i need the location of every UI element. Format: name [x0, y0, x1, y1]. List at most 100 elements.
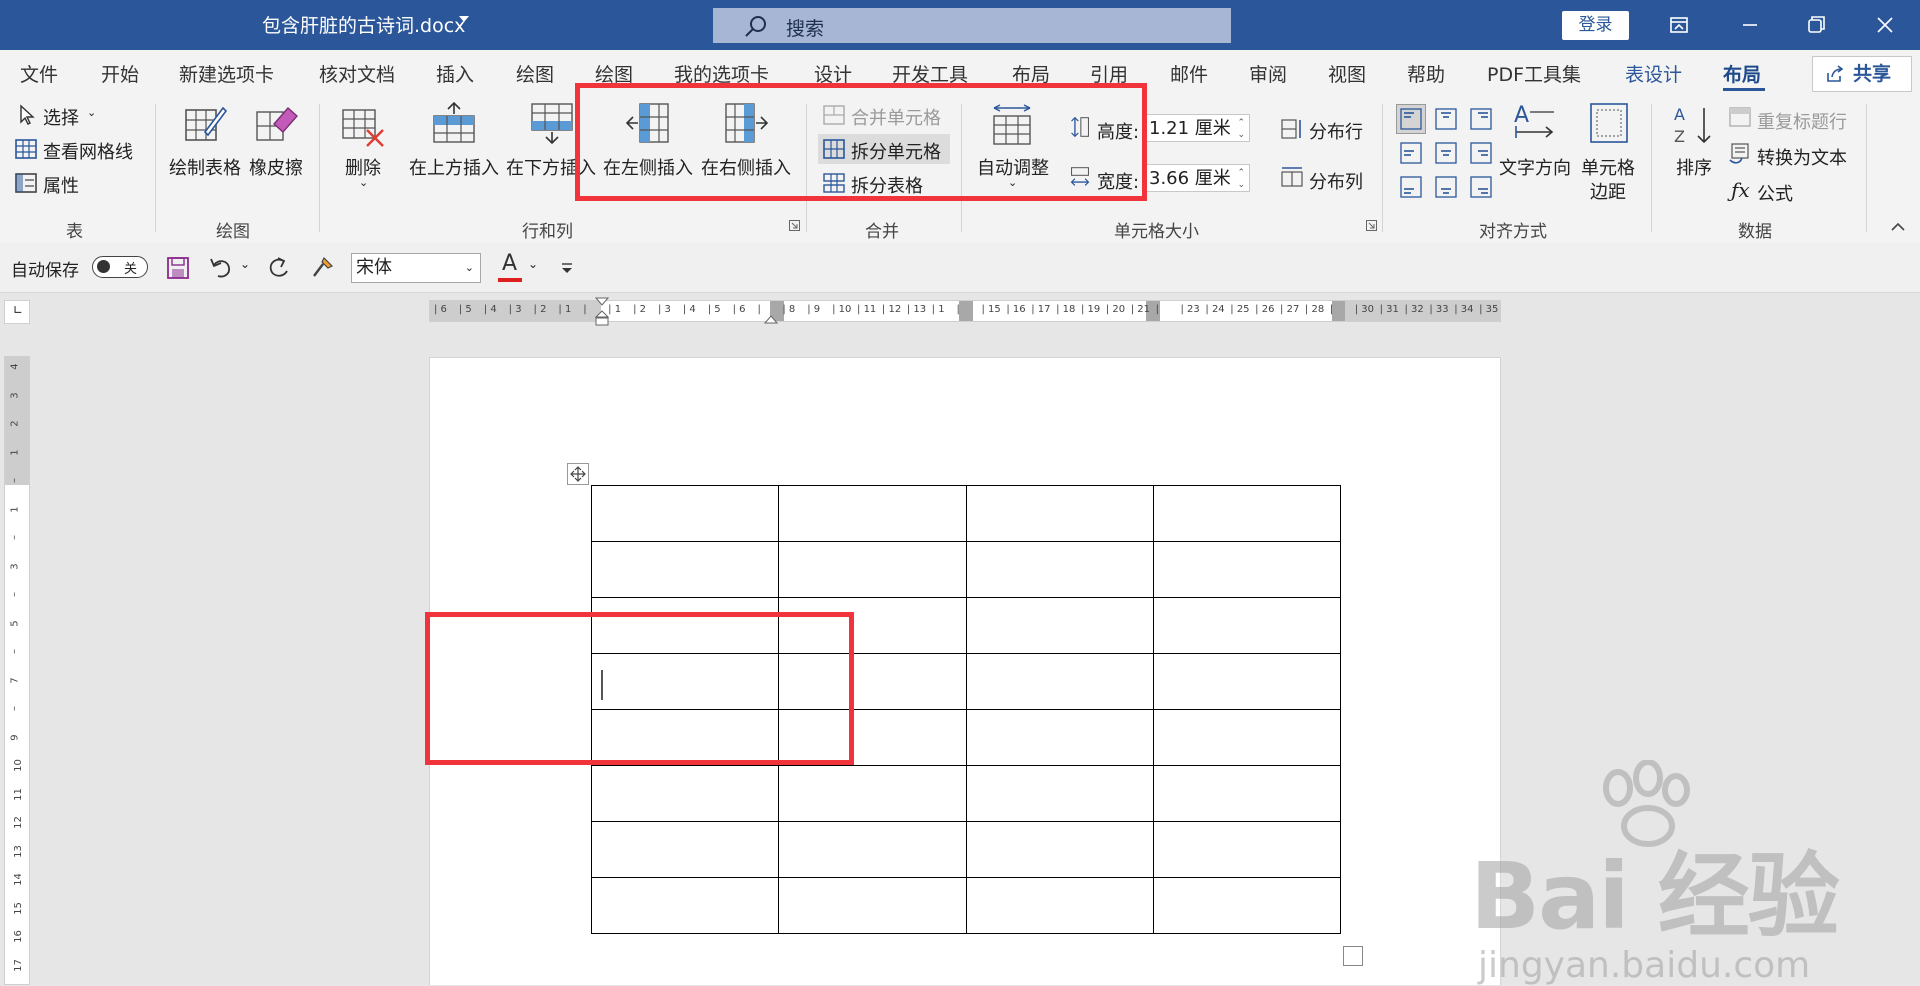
height-spinner[interactable]: 1.21 厘米 ⌃ ⌄	[1144, 114, 1250, 142]
close-icon[interactable]	[1870, 10, 1900, 40]
align-middle-left-icon[interactable]	[1399, 141, 1423, 165]
align-top-left-icon[interactable]	[1399, 107, 1423, 131]
table-cell[interactable]	[778, 821, 967, 878]
tab-draw-1[interactable]: 绘图	[516, 60, 554, 87]
format-painter-icon[interactable]	[310, 254, 336, 280]
tab-file[interactable]: 文件	[20, 60, 58, 87]
chevron-down-icon[interactable]: ⌄	[465, 254, 474, 282]
undo-icon[interactable]	[208, 255, 234, 281]
table-cell[interactable]	[1152, 541, 1342, 598]
tab-insert[interactable]: 插入	[436, 60, 474, 87]
minimize-icon[interactable]	[1735, 10, 1765, 40]
align-bottom-center-icon[interactable]	[1434, 175, 1458, 199]
repeat-header-rows-button[interactable]: 重复标题行	[1757, 108, 1847, 134]
dialog-launcher-icon[interactable]	[1366, 220, 1377, 231]
table-cell[interactable]	[778, 485, 967, 542]
hanging-indent-icon[interactable]	[764, 311, 778, 325]
spin-down-icon[interactable]: ⌄	[1237, 121, 1245, 149]
align-top-center-icon[interactable]	[1434, 107, 1458, 131]
align-bottom-left-icon[interactable]	[1399, 175, 1423, 199]
horizontal-ruler[interactable]: | 6 | 5 | 4 | 3 | 2 | 1 | | 1 | 2 | 3 | 4 | 5 | 6 | | …	[429, 297, 1501, 326]
table-move-handle[interactable]	[567, 463, 589, 485]
indent-marker-icon[interactable]	[595, 297, 609, 327]
table-cell[interactable]	[590, 877, 780, 934]
tab-table-design[interactable]: 表设计	[1625, 60, 1682, 87]
table-cell[interactable]	[965, 821, 1154, 878]
restore-icon[interactable]	[1801, 10, 1831, 40]
collapse-ribbon-icon[interactable]	[1890, 222, 1906, 232]
table-cell[interactable]	[1152, 653, 1342, 710]
tab-pdf-tools[interactable]: PDF工具集	[1487, 60, 1581, 87]
chevron-down-icon[interactable]: ⌄	[528, 257, 538, 271]
table-cell[interactable]	[965, 765, 1154, 822]
insert-above-button[interactable]: 在上方插入	[409, 154, 499, 180]
tab-new-tab[interactable]: 新建选项卡	[179, 60, 274, 87]
save-icon[interactable]	[166, 256, 190, 280]
distribute-columns-button[interactable]: 分布列	[1309, 168, 1363, 194]
table-cell[interactable]	[1152, 709, 1342, 766]
table-cell[interactable]	[1152, 597, 1342, 654]
table-cell[interactable]	[1152, 877, 1342, 934]
table-cell[interactable]	[1152, 485, 1342, 542]
table-cell[interactable]	[590, 765, 780, 822]
view-gridlines-button[interactable]: 查看网格线	[43, 138, 133, 164]
tab-view[interactable]: 视图	[1328, 60, 1366, 87]
vertical-ruler[interactable]: 4 3 2 1 – 1 – 3 – 5 – 7 – 9 10 11 12 13 14 15 16 17	[4, 356, 30, 985]
table-cell[interactable]	[590, 541, 780, 598]
tab-review-doc[interactable]: 核对文档	[319, 60, 395, 87]
select-button[interactable]: 选择	[43, 104, 79, 130]
table-cell[interactable]	[590, 821, 780, 878]
tab-table-layout[interactable]: 布局	[1723, 60, 1761, 87]
table-resize-handle[interactable]	[1343, 946, 1363, 966]
formula-button[interactable]: 公式	[1757, 180, 1793, 206]
draw-table-button[interactable]: 绘制表格	[169, 154, 241, 180]
dialog-launcher-icon[interactable]	[789, 220, 800, 231]
table-cell[interactable]	[1152, 765, 1342, 822]
ribbon-display-options-icon[interactable]	[1664, 10, 1694, 40]
tab-review[interactable]: 审阅	[1249, 60, 1287, 87]
eraser-button[interactable]: 橡皮擦	[249, 154, 303, 180]
cell-margins-label-2[interactable]: 边距	[1590, 178, 1626, 204]
redo-icon[interactable]	[266, 255, 292, 281]
align-bottom-right-icon[interactable]	[1469, 175, 1493, 199]
ruler-tick-label: | 12	[881, 304, 902, 315]
spin-down-icon[interactable]: ⌄	[1237, 171, 1245, 199]
distribute-rows-button[interactable]: 分布行	[1309, 118, 1363, 144]
font-name-select[interactable]: 宋体 ⌄	[351, 253, 481, 283]
autosave-toggle[interactable]: 关	[92, 256, 148, 278]
table-cell[interactable]	[590, 485, 780, 542]
login-button[interactable]: 登录	[1562, 11, 1629, 40]
table-cell[interactable]	[965, 653, 1154, 710]
table-cell[interactable]	[778, 541, 967, 598]
align-middle-center-icon[interactable]	[1434, 141, 1458, 165]
sort-button[interactable]: 排序	[1676, 154, 1712, 180]
tab-mailings[interactable]: 邮件	[1170, 60, 1208, 87]
chevron-down-icon[interactable]: ⌄	[87, 106, 96, 119]
table-cell[interactable]	[778, 877, 967, 934]
tab-home[interactable]: 开始	[101, 60, 139, 87]
tab-help[interactable]: 帮助	[1407, 60, 1445, 87]
table-cell[interactable]	[1152, 821, 1342, 878]
align-middle-right-icon[interactable]	[1469, 141, 1493, 165]
properties-button[interactable]: 属性	[43, 172, 79, 198]
convert-to-text-button[interactable]: 转换为文本	[1757, 144, 1847, 170]
table-cell[interactable]	[965, 485, 1154, 542]
text-direction-button[interactable]: 文字方向	[1499, 154, 1571, 180]
document-title[interactable]: 包含肝脏的古诗词.docx	[262, 11, 465, 38]
font-color-button[interactable]: A	[498, 251, 524, 283]
search-box[interactable]: 搜索	[713, 8, 1231, 43]
tab-stop-selector[interactable]: ∟	[4, 300, 30, 324]
share-button[interactable]: 共享	[1812, 56, 1912, 92]
table-cell[interactable]	[965, 877, 1154, 934]
cell-margins-label-1[interactable]: 单元格	[1581, 154, 1635, 180]
table-cell[interactable]	[965, 541, 1154, 598]
chevron-down-icon[interactable]	[459, 16, 469, 22]
chevron-down-icon[interactable]: ⌄	[359, 176, 368, 189]
customize-toolbar-icon[interactable]	[560, 261, 574, 275]
table-cell[interactable]	[965, 597, 1154, 654]
width-spinner[interactable]: 3.66 厘米 ⌃ ⌄	[1144, 164, 1250, 192]
table-cell[interactable]	[778, 765, 967, 822]
chevron-down-icon[interactable]: ⌄	[240, 257, 250, 271]
table-cell[interactable]	[965, 709, 1154, 766]
align-top-right-icon[interactable]	[1469, 107, 1493, 131]
